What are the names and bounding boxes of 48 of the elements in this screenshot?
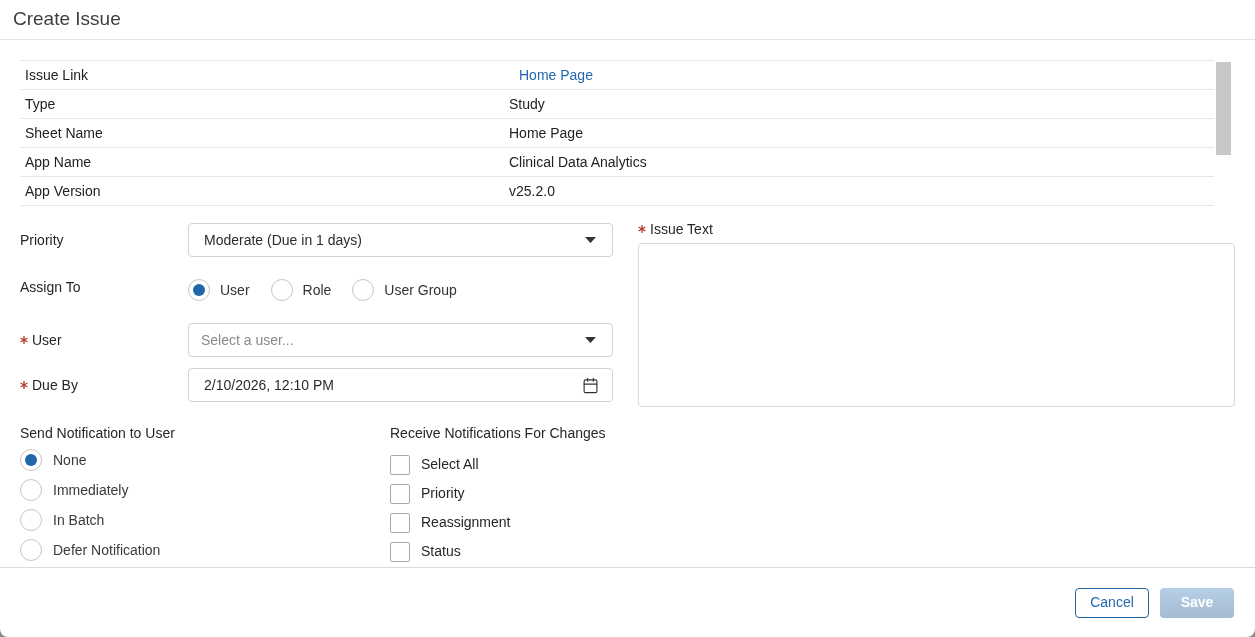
checkbox-label: Select All — [421, 455, 479, 474]
radio-button[interactable] — [20, 479, 42, 501]
issue-link[interactable]: Home Page — [519, 64, 593, 86]
radio-label: User — [220, 280, 250, 300]
user-dropdown[interactable]: Select a user... — [188, 323, 613, 357]
field-label: Priority — [20, 230, 64, 250]
date-field[interactable]: 2/10/2026, 12:10 PM — [188, 368, 613, 402]
radio-label: Immediately — [53, 480, 129, 500]
scrollbar-thumb[interactable] — [1216, 62, 1231, 155]
detail-value: Study — [509, 94, 545, 114]
detail-label: App Version — [25, 183, 101, 199]
radio-button[interactable] — [20, 449, 42, 471]
radio-button[interactable] — [270, 279, 293, 301]
caret-icon — [585, 237, 596, 243]
dialog-title: Create Issue — [13, 7, 121, 32]
radio-label: In Batch — [53, 510, 105, 530]
checkbox[interactable] — [390, 483, 410, 504]
detail-label: Sheet Name — [25, 125, 103, 141]
radio-button[interactable] — [352, 279, 375, 301]
checkbox-label: Reassignment — [421, 513, 511, 532]
radio-label: User Group — [384, 280, 457, 300]
priority-dropdown[interactable]: Moderate (Due in 1 days) — [188, 223, 613, 257]
checkbox-label: Priority — [421, 484, 465, 503]
detail-value: Home Page — [509, 123, 583, 143]
detail-label: App Name — [25, 154, 92, 170]
checkbox[interactable] — [390, 512, 410, 533]
field-label: Due By — [32, 375, 78, 395]
section-title: Send Notification to User — [20, 425, 175, 442]
caret-icon — [585, 337, 596, 343]
detail-value: v25.2.0 — [509, 181, 555, 201]
field-label: User — [32, 330, 62, 350]
radio-button[interactable] — [20, 509, 42, 531]
radio-button[interactable] — [188, 279, 210, 301]
checkbox[interactable] — [390, 541, 410, 562]
radio-button[interactable] — [20, 539, 42, 561]
detail-label: Type — [25, 96, 56, 112]
cancel-button[interactable]: Cancel — [1075, 587, 1149, 618]
section-title: Receive Notifications For Changes — [390, 425, 606, 442]
field-label: Issue Text — [650, 219, 713, 239]
field-label: Assign To — [20, 277, 81, 297]
radio-label: Role — [302, 280, 332, 300]
checkbox-label: Status — [421, 542, 461, 561]
calendar-icon[interactable] — [582, 376, 599, 394]
radio-label: Defer Notification — [53, 540, 161, 560]
detail-value: Clinical Data Analytics — [509, 152, 647, 172]
checkbox[interactable] — [390, 454, 410, 475]
detail-label: Issue Link — [25, 67, 89, 83]
radio-label: None — [53, 450, 87, 470]
